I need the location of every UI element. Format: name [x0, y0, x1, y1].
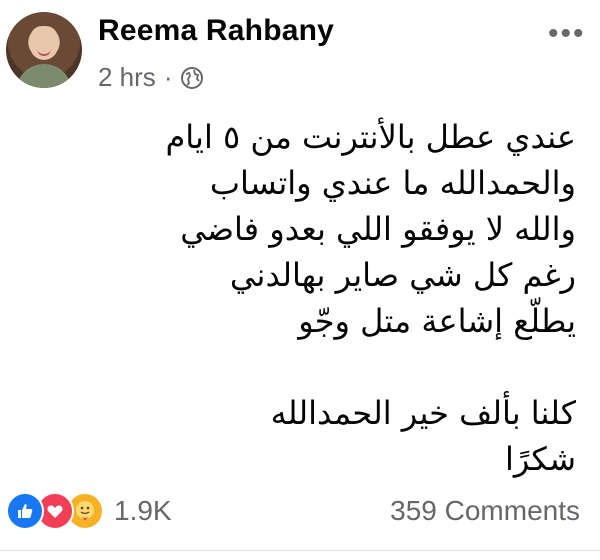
post-body-line: عندي عطل بالأنترنت من ٥ ايام: [165, 118, 576, 156]
post-body-line: والحمدالله ما عندي واتساب: [209, 164, 576, 202]
post-body-line: يطلّع إشاعة متل وجّو: [298, 302, 576, 340]
avatar[interactable]: [6, 12, 82, 88]
post-body-line: كلنا بألف خير الحمدالله: [270, 394, 576, 432]
divider: [0, 550, 600, 551]
more-options-icon[interactable]: •••: [548, 19, 586, 49]
post-body-line: والله لا يوفقو اللي بعدو فاضي: [180, 210, 576, 248]
post-timestamp[interactable]: 2 hrs: [98, 62, 156, 93]
globe-icon[interactable]: [180, 66, 204, 90]
like-icon: [6, 492, 44, 530]
reactions-summary[interactable]: 1.9K: [6, 492, 172, 530]
post-body-line: رغم كل شي صاير بهالدني: [229, 256, 576, 294]
post-body-blank-line: [36, 344, 576, 390]
meta-separator: ·: [163, 62, 173, 92]
reaction-count[interactable]: 1.9K: [114, 495, 172, 527]
avatar-shoulders: [16, 64, 72, 88]
post-body-line: شكرًا: [504, 440, 576, 478]
author-name[interactable]: Reema Rahbany: [98, 14, 334, 48]
facebook-post: Reema Rahbany 2 hrs · ••• عندي عطل بالأن…: [0, 0, 600, 560]
post-body: عندي عطل بالأنترنت من ٥ ايام والحمدالله …: [36, 114, 576, 482]
post-meta: 2 hrs ·: [98, 62, 204, 93]
comments-count[interactable]: 359 Comments: [390, 495, 580, 527]
